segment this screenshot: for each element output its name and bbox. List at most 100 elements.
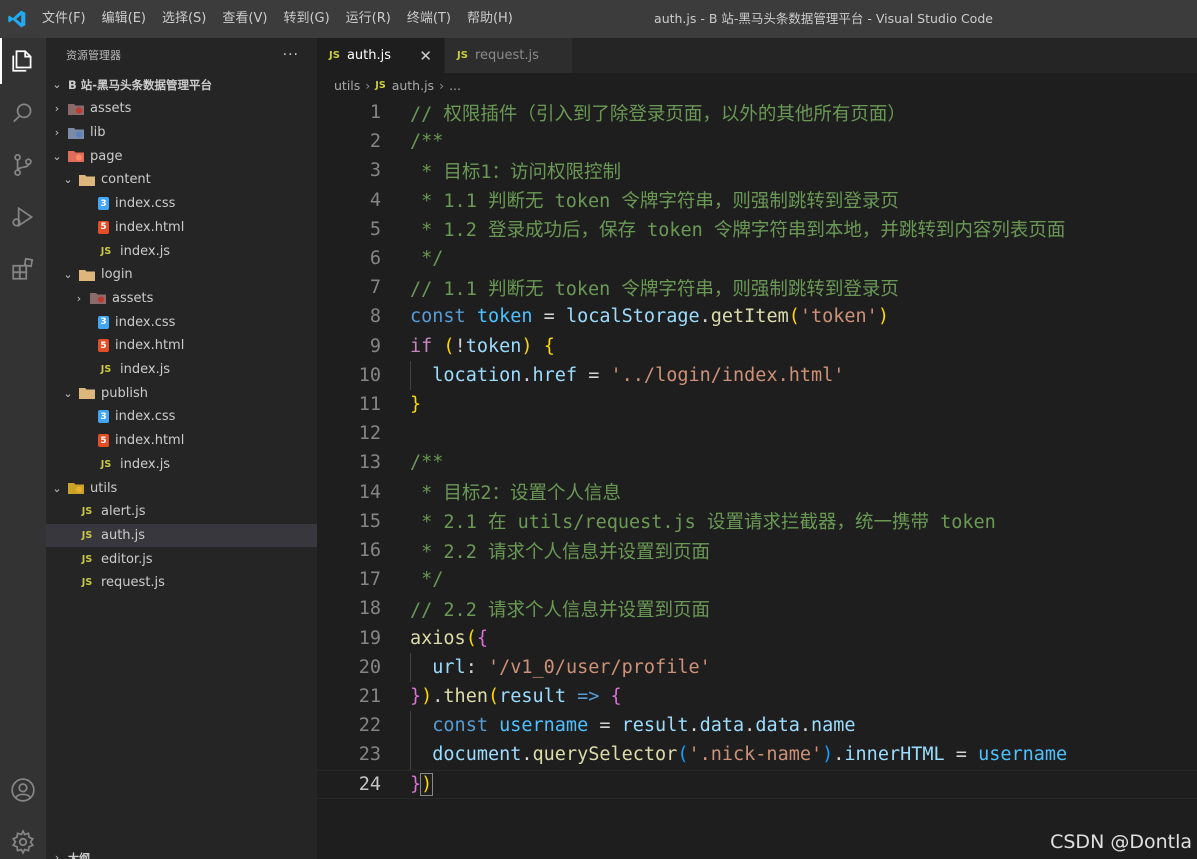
tree-file[interactable]: JS editor.js [46, 547, 317, 571]
code-token: const [432, 715, 500, 737]
tree-file[interactable]: 5 index.html [46, 429, 317, 453]
code-line[interactable]: 5 * 1.2 登录成功后，保存 token 令牌字符串到本地，并跳转到内容列表… [317, 215, 1197, 244]
line-number: 21 [358, 686, 381, 708]
settings-gear-icon[interactable] [0, 819, 46, 859]
code-text: if (!token) { [410, 336, 555, 357]
tree-folder[interactable]: › lib [46, 121, 317, 145]
tree-folder[interactable]: ⌄ content [46, 168, 317, 192]
code-line[interactable]: 18 // 2.2 请求个人信息并设置到页面 [317, 594, 1197, 623]
code-line[interactable]: 14 * 目标2：设置个人信息 [317, 478, 1197, 507]
menu-item[interactable]: 终端(T) [399, 0, 459, 38]
code-line[interactable]: 16 * 2.2 请求个人信息并设置到页面 [317, 536, 1197, 565]
breadcrumb-folder[interactable]: utils [334, 78, 360, 93]
tree-folder[interactable]: › assets [46, 287, 317, 311]
code-token: = [944, 744, 979, 766]
tree-folder[interactable]: ⌄ publish [46, 381, 317, 405]
code-line[interactable]: 24}) [317, 770, 1197, 799]
code-token: ( [443, 335, 455, 357]
code-line[interactable]: 8 const token = localStorage.getItem('tok… [317, 302, 1197, 331]
extensions-icon[interactable] [0, 246, 46, 292]
line-number: 24 [358, 773, 381, 795]
explorer-icon[interactable] [0, 38, 46, 84]
tree-file[interactable]: JS index.js [46, 358, 317, 382]
code-text: location.href = '../login/index.html' [410, 365, 844, 386]
tree-file[interactable]: 5 index.html [46, 216, 317, 240]
line-number: 11 [358, 394, 381, 416]
tab-label: request.js [474, 48, 539, 63]
menu-item[interactable]: 文件(F) [34, 0, 94, 38]
code-line[interactable]: 15 * 2.1 在 utils/request.js 设置请求拦截器，统一携带… [317, 507, 1197, 536]
tree-file[interactable]: JS index.js [46, 239, 317, 263]
code-line[interactable]: 9 if (!token) { [317, 332, 1197, 361]
tree-file[interactable]: 3 index.css [46, 310, 317, 334]
code-line[interactable]: 17 */ [317, 565, 1197, 594]
code-line[interactable]: 19 axios({ [317, 624, 1197, 653]
breadcrumb-file[interactable]: auth.js [392, 78, 434, 93]
code-line[interactable]: 20 url: '/v1_0/user/profile' [317, 653, 1197, 682]
tree-file[interactable]: JS request.js [46, 571, 317, 595]
editor-tabs: JS auth.js ✕ JS request.js [317, 38, 1197, 73]
code-token: * 1.1 判断无 token 令牌字符串，则强制跳转到登录页 [410, 191, 899, 213]
tree-file[interactable]: JS alert.js [46, 500, 317, 524]
tree-folder[interactable]: › assets [46, 97, 317, 121]
tree-item-label: index.html [115, 219, 185, 235]
code-editor[interactable]: 1 // 权限插件（引入到了除登录页面，以外的其他所有页面） 2 /** 3 * 目标1… [317, 97, 1197, 859]
code-token: ) [420, 772, 434, 796]
tree-file[interactable]: 3 index.css [46, 405, 317, 429]
code-line[interactable]: 2 /** [317, 127, 1197, 156]
menu-item[interactable]: 运行(R) [338, 0, 399, 38]
code-text: /** [410, 131, 443, 152]
line-number: 2 [369, 131, 381, 153]
breadcrumb-more[interactable]: ... [449, 78, 461, 93]
code-line[interactable]: 4 * 1.1 判断无 token 令牌字符串，则强制跳转到登录页 [317, 186, 1197, 215]
code-line[interactable]: 3 * 目标1：访问权限控制 [317, 156, 1197, 185]
workspace-root[interactable]: ⌄ B 站-黑马头条数据管理平台 [46, 73, 317, 97]
menu-item[interactable]: 查看(V) [214, 0, 275, 38]
tree-folder[interactable]: ⌄ utils [46, 476, 317, 500]
menu-item[interactable]: 帮助(H) [459, 0, 521, 38]
code-line[interactable]: 1 // 权限插件（引入到了除登录页面，以外的其他所有页面） [317, 98, 1197, 127]
code-line[interactable]: 6 */ [317, 244, 1197, 273]
outline-section[interactable]: › 大纲 [46, 846, 317, 859]
code-text: * 1.1 判断无 token 令牌字符串，则强制跳转到登录页 [410, 187, 899, 213]
line-number: 10 [358, 364, 381, 386]
tab-request-js[interactable]: JS request.js [445, 38, 573, 73]
code-token: data [699, 715, 745, 737]
tree-folder[interactable]: ⌄ login [46, 263, 317, 287]
run-debug-icon[interactable] [0, 194, 46, 240]
tree-file[interactable]: 3 index.css [46, 192, 317, 216]
menu-item[interactable]: 编辑(E) [94, 0, 154, 38]
account-icon[interactable] [0, 767, 46, 813]
tree-file[interactable]: JS auth.js [46, 523, 317, 548]
code-line[interactable]: 12 [317, 419, 1197, 448]
code-line[interactable]: 22 const username = result.data.data.nam… [317, 711, 1197, 740]
more-actions-icon[interactable]: ··· [283, 47, 299, 63]
code-token: * 目标1：访问权限控制 [410, 161, 622, 183]
tab-auth-js[interactable]: JS auth.js ✕ [317, 38, 445, 73]
breadcrumb-separator-icon: › [365, 77, 371, 93]
code-token: ( [677, 744, 689, 766]
tree-folder[interactable]: ⌄ page [46, 144, 317, 168]
code-line[interactable]: 10 location.href = '../login/index.html' [317, 361, 1197, 390]
tree-file[interactable]: JS index.js [46, 453, 317, 477]
js-file-icon: JS [100, 245, 112, 257]
search-icon[interactable] [0, 90, 46, 136]
close-tab-icon[interactable]: ✕ [419, 47, 432, 65]
line-number: 3 [369, 160, 381, 182]
code-text: * 目标2：设置个人信息 [410, 479, 621, 505]
tree-file[interactable]: 5 index.html [46, 334, 317, 358]
code-token: * 1.2 登录成功后，保存 token 令牌字符串到本地，并跳转到内容列表页面 [410, 220, 1066, 242]
code-line[interactable]: 13 /** [317, 448, 1197, 477]
code-line[interactable]: 23 document.querySelector('.nick-name').… [317, 740, 1197, 769]
code-line[interactable]: 11} [317, 390, 1197, 419]
menu-item[interactable]: 转到(G) [275, 0, 337, 38]
code-text: // 权限插件（引入到了除登录页面，以外的其他所有页面） [410, 100, 906, 126]
folder-icon [79, 385, 95, 401]
code-line[interactable]: 21}).then(result => { [317, 682, 1197, 711]
code-line[interactable]: 7 // 1.1 判断无 token 令牌字符串，则强制跳转到登录页 [317, 273, 1197, 302]
source-control-icon[interactable] [0, 142, 46, 188]
menu-item[interactable]: 选择(S) [154, 0, 214, 38]
code-token: localStorage [565, 306, 700, 328]
